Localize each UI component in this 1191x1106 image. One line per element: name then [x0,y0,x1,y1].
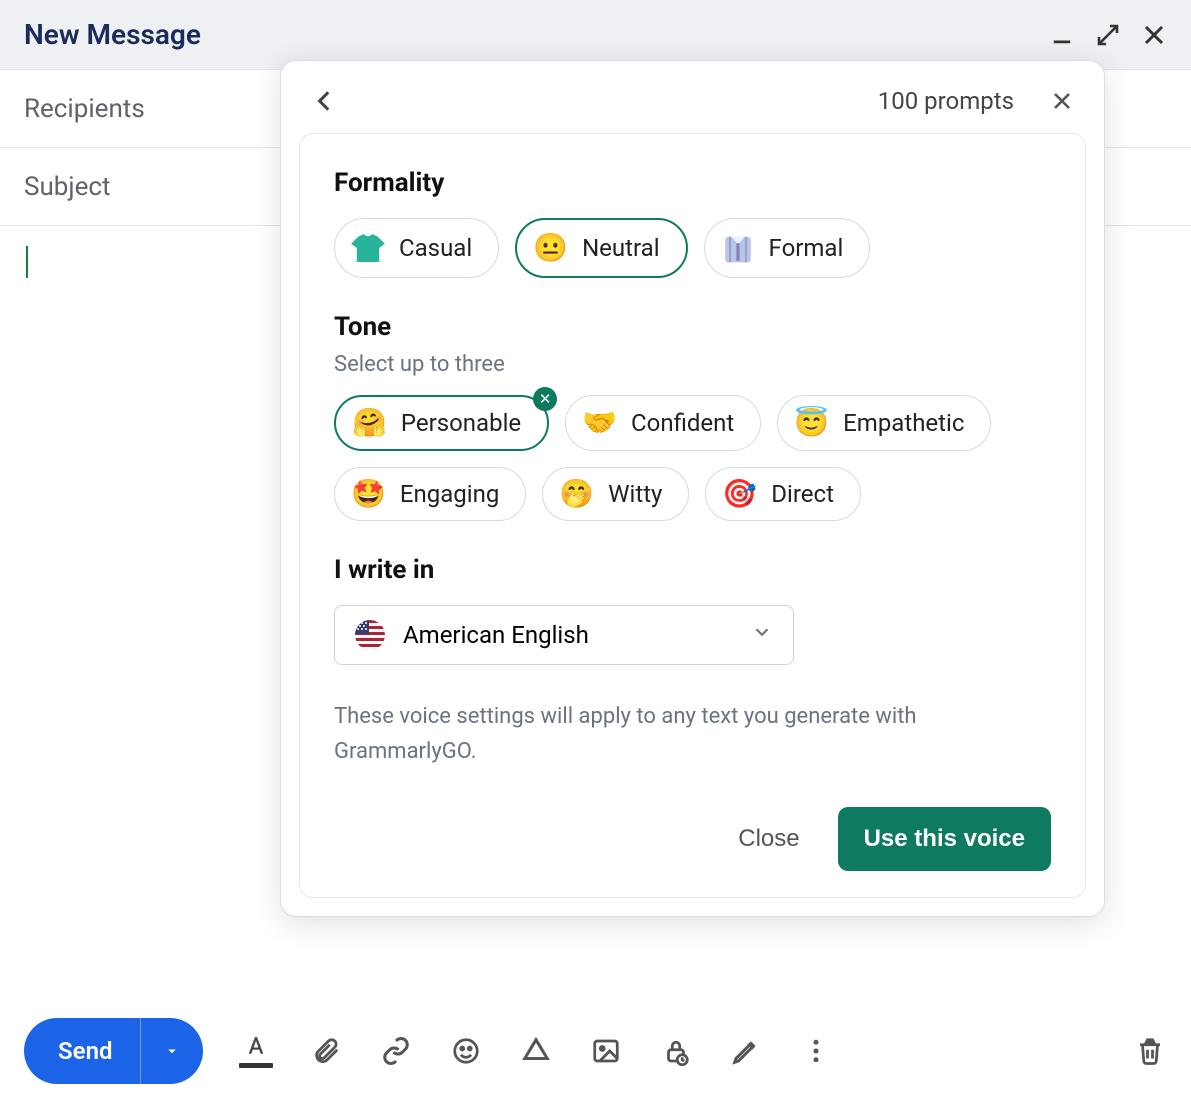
more-options-button[interactable] [799,1034,833,1068]
handshake-icon: 🤝 [582,409,617,437]
tone-option-label: Direct [771,480,834,508]
use-this-voice-button[interactable]: Use this voice [838,807,1051,871]
tone-option-label: Empathetic [843,409,964,437]
compose-toolbar: Send [0,996,1191,1106]
formality-option-casual[interactable]: Casual [334,218,499,278]
tone-option-label: Confident [631,409,734,437]
send-button-group: Send [24,1018,203,1084]
window-title: New Message [24,18,201,51]
tone-option-empathetic[interactable]: 😇 Empathetic [777,395,991,451]
tone-option-label: Witty [608,480,662,508]
discard-draft-button[interactable] [1133,1034,1167,1068]
tone-heading: Tone [334,312,1051,342]
insert-emoji-button[interactable] [449,1034,483,1068]
hand-over-mouth-icon: 🤭 [559,480,594,508]
minimize-button[interactable] [1049,22,1075,48]
us-flag-icon [355,620,385,650]
text-cursor [26,246,28,278]
close-button[interactable]: Close [720,811,817,867]
subject-label: Subject [24,172,111,202]
close-window-button[interactable] [1141,22,1167,48]
insert-link-button[interactable] [379,1034,413,1068]
send-options-dropdown[interactable] [140,1018,203,1084]
confidential-mode-button[interactable] [659,1034,693,1068]
tone-option-label: Engaging [400,480,499,508]
chevron-down-icon [751,621,773,649]
prompt-count: 100 prompts [878,87,1014,115]
insert-signature-button[interactable] [729,1034,763,1068]
target-icon: 🎯 [722,480,757,508]
voice-settings-note: These voice settings will apply to any t… [334,699,1051,769]
halo-icon: 😇 [794,409,829,437]
tone-option-engaging[interactable]: 🤩 Engaging [334,467,526,521]
text-format-button[interactable] [239,1034,273,1068]
formality-heading: Formality [334,168,1051,198]
tone-option-confident[interactable]: 🤝 Confident [565,395,761,451]
remove-selection-icon[interactable]: ✕ [533,387,557,411]
language-heading: I write in [334,555,1051,585]
formality-option-label: Neutral [582,234,659,262]
tone-option-label: Personable [401,409,521,437]
tshirt-icon [351,231,385,265]
necktie-shirt-icon [721,231,755,265]
back-button[interactable] [309,85,341,117]
tone-subtitle: Select up to three [334,352,1051,377]
send-button[interactable]: Send [24,1018,140,1084]
tone-option-witty[interactable]: 🤭 Witty [542,467,689,521]
formality-option-label: Casual [399,234,472,262]
tone-options: 🤗 Personable ✕ 🤝 Confident 😇 Empathetic … [334,395,1051,521]
star-eyes-icon: 🤩 [351,480,386,508]
insert-drive-file-button[interactable] [519,1034,553,1068]
grammarlygo-voice-popup: 100 prompts Formality Casual 😐 Neutral [280,60,1105,917]
hug-icon: 🤗 [352,409,387,437]
formality-option-neutral[interactable]: 😐 Neutral [515,218,687,278]
formality-option-label: Formal [769,234,844,262]
attach-file-button[interactable] [309,1034,343,1068]
formality-option-formal[interactable]: Formal [704,218,871,278]
insert-image-button[interactable] [589,1034,623,1068]
language-select[interactable]: American English [334,605,794,665]
formality-options: Casual 😐 Neutral Formal [334,218,1051,278]
close-popup-button[interactable] [1048,87,1076,115]
neutral-face-icon: 😐 [533,234,568,262]
tone-option-personable[interactable]: 🤗 Personable ✕ [334,395,549,451]
tone-option-direct[interactable]: 🎯 Direct [705,467,861,521]
expand-icon[interactable] [1095,22,1121,48]
language-selected-label: American English [403,621,589,649]
recipients-label: Recipients [24,94,145,124]
